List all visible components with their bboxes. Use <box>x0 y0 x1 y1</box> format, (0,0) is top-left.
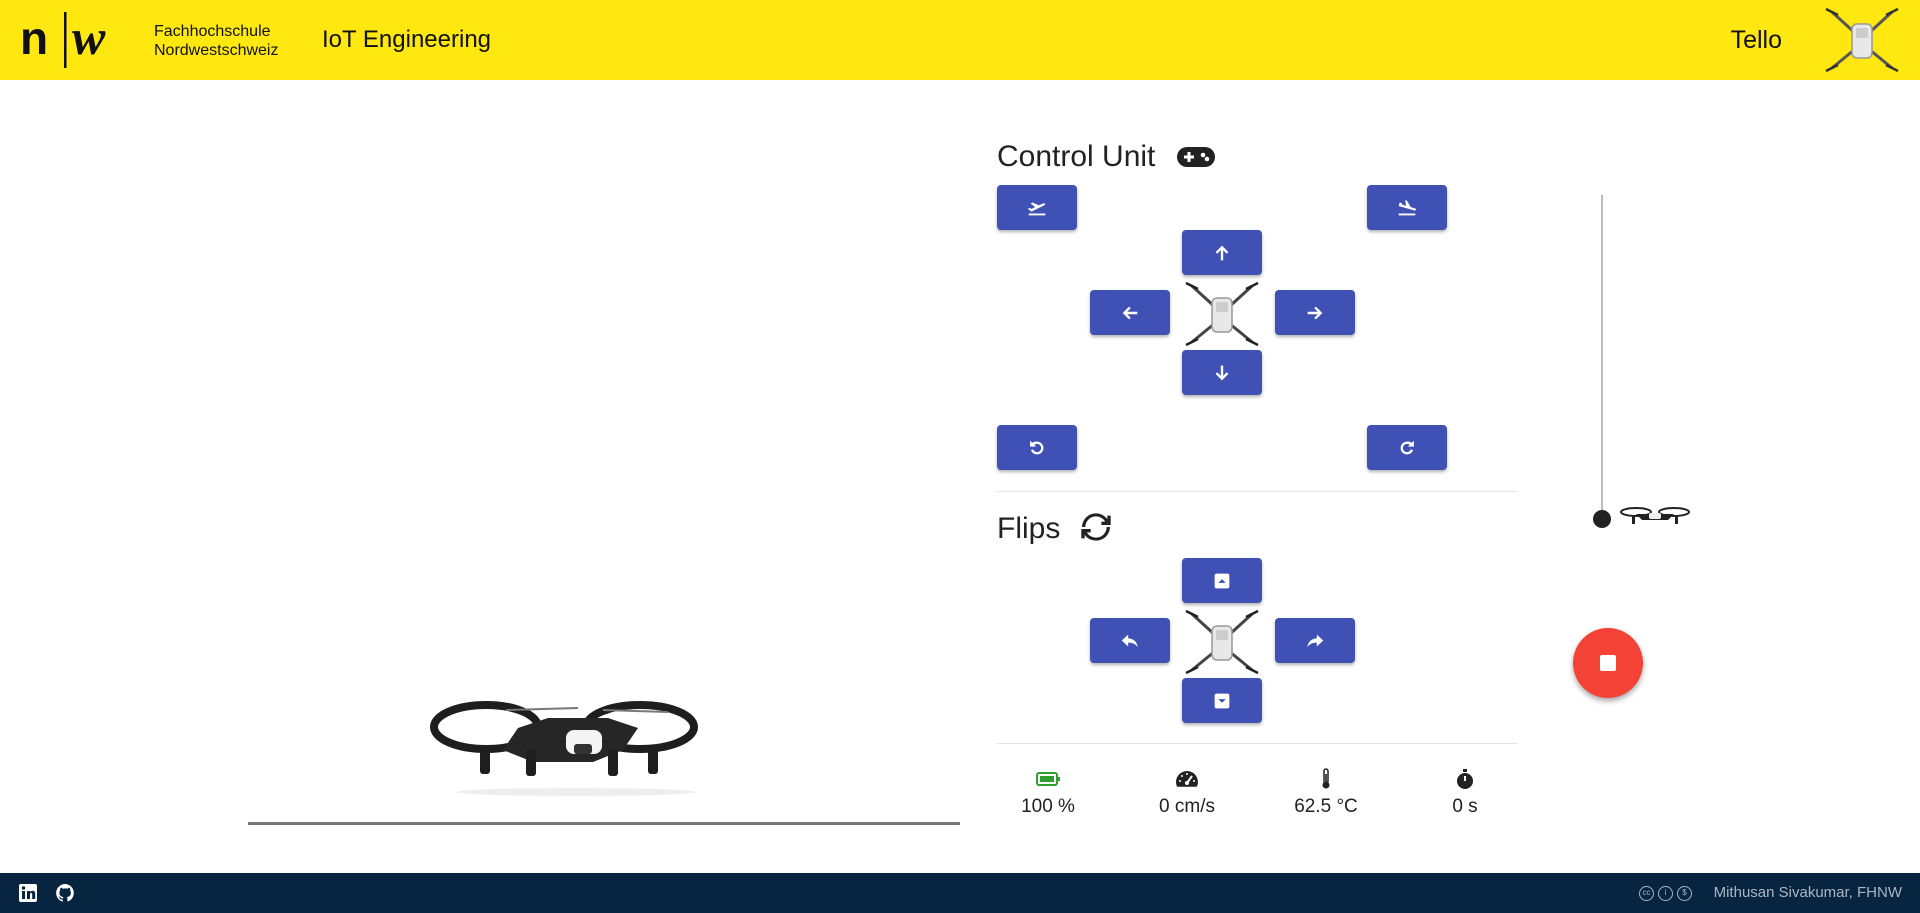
rotate-cw-button[interactable] <box>1367 425 1447 470</box>
rotate-right-icon <box>1400 440 1414 454</box>
drone-name: Tello <box>1730 26 1782 54</box>
caret-square-down-icon <box>1214 693 1230 708</box>
temperature-stat: 62.5 °C <box>1256 768 1396 818</box>
drone-avatar-icon <box>1825 7 1899 73</box>
rotate-left-icon <box>1030 440 1044 454</box>
section-divider <box>997 491 1517 492</box>
app-footer: cc i $ Mithusan Sivakumar, FHNW <box>0 873 1920 913</box>
speed-stat: 0 cm/s <box>1117 768 1257 818</box>
school-name: Fachhochschule Nordwestschweiz <box>154 22 278 60</box>
stopwatch-icon <box>1457 769 1473 789</box>
emergency-stop-button[interactable] <box>1573 628 1643 698</box>
github-icon[interactable] <box>55 883 75 903</box>
drone-topview-icon <box>1185 609 1259 675</box>
nc-icon: $ <box>1677 886 1692 901</box>
school-name-line2: Nordwestschweiz <box>154 42 279 59</box>
flip-right-button[interactable] <box>1275 618 1355 663</box>
battery-full-icon <box>1036 772 1060 786</box>
battery-stat: 100 % <box>978 768 1118 818</box>
stop-icon <box>1600 655 1616 671</box>
by-icon: i <box>1658 886 1673 901</box>
right-button[interactable] <box>1275 290 1355 335</box>
cc-icon: cc <box>1639 886 1654 901</box>
caret-square-up-icon <box>1214 573 1230 588</box>
flight-time-value: 0 s <box>1452 796 1478 817</box>
linkedin-icon[interactable] <box>18 883 38 903</box>
back-button[interactable] <box>1182 350 1262 395</box>
plane-arrival-icon <box>1398 199 1417 215</box>
flip-back-button[interactable] <box>1182 678 1262 723</box>
video-baseline <box>248 822 960 825</box>
takeoff-button[interactable] <box>997 185 1077 230</box>
thermometer-icon <box>1322 768 1330 789</box>
app-header: n w Fachhochschule Nordwestschweiz IoT E… <box>0 0 1920 80</box>
drone-topview-icon <box>1185 281 1259 347</box>
arrow-right-icon <box>1307 306 1323 319</box>
flip-forward-button[interactable] <box>1182 558 1262 603</box>
app-title: IoT Engineering <box>322 26 492 53</box>
svg-text:n: n <box>20 12 48 64</box>
flips-title: Flips <box>997 512 1061 545</box>
svg-text:w: w <box>72 10 106 65</box>
school-name-line1: Fachhochschule <box>154 23 271 40</box>
share-icon <box>1307 634 1324 647</box>
land-button[interactable] <box>1367 185 1447 230</box>
footer-credit: Mithusan Sivakumar, FHNW <box>1713 884 1902 901</box>
flip-left-button[interactable] <box>1090 618 1170 663</box>
fhnw-logo: n w <box>20 10 106 68</box>
reply-icon <box>1121 634 1138 647</box>
temperature-value: 62.5 °C <box>1294 796 1358 817</box>
flight-time-stat: 0 s <box>1395 768 1535 818</box>
plane-departure-icon <box>1027 202 1046 215</box>
sync-icon <box>1081 513 1111 541</box>
forward-button[interactable] <box>1182 230 1262 275</box>
drone-camera-view <box>430 701 698 796</box>
altitude-slider-track[interactable] <box>1601 195 1603 518</box>
gamepad-icon <box>1177 147 1215 167</box>
battery-value: 100 % <box>1021 796 1075 817</box>
altitude-slider-handle[interactable] <box>1593 510 1611 528</box>
left-button[interactable] <box>1090 290 1170 335</box>
rotate-ccw-button[interactable] <box>997 425 1077 470</box>
section-divider <box>997 743 1517 744</box>
drone-side-icon <box>1620 507 1690 524</box>
speed-value: 0 cm/s <box>1159 796 1215 817</box>
arrow-up-icon <box>1215 245 1229 260</box>
arrow-left-icon <box>1122 306 1138 319</box>
tachometer-icon <box>1176 771 1198 787</box>
drone-photo <box>430 701 698 796</box>
control-unit-title: Control Unit <box>997 140 1156 173</box>
arrow-down-icon <box>1215 365 1229 380</box>
